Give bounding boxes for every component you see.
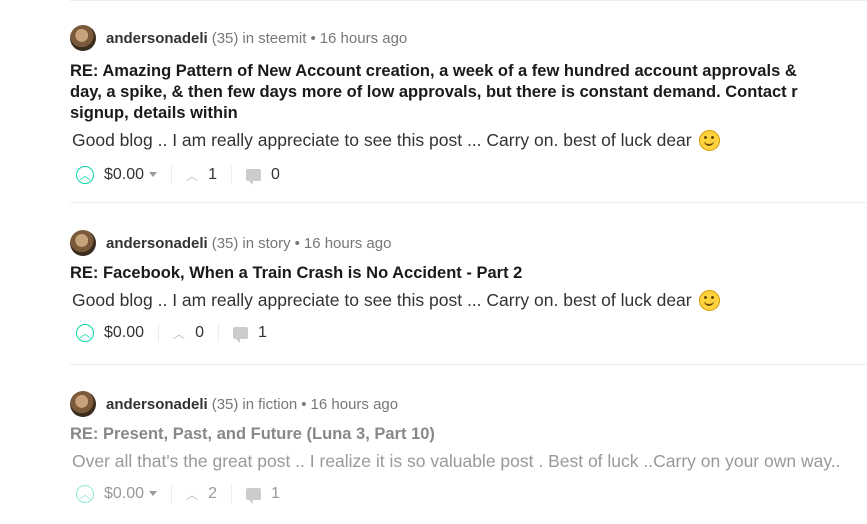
comment-body-text: Good blog .. I am really appreciate to s… — [72, 130, 692, 150]
vote-count-icon: ︿ — [186, 487, 199, 502]
comment-body[interactable]: Over all that's the great post .. I real… — [72, 451, 867, 472]
comment-actions: ︿ $0.00 ︿ 0 1 — [70, 321, 867, 345]
category-link[interactable]: story — [258, 235, 291, 252]
payout-value: $0.00 — [104, 166, 145, 183]
top-divider — [70, 0, 867, 1]
author-link[interactable]: andersonadeli — [106, 396, 208, 413]
vote-count[interactable]: 0 — [195, 324, 204, 342]
in-label: in — [242, 395, 255, 413]
upvote-button[interactable]: ︿ — [76, 166, 94, 184]
reputation-score: (35) — [211, 29, 239, 47]
comment-count[interactable]: 1 — [258, 324, 267, 342]
author-link[interactable]: andersonadeli — [106, 30, 208, 47]
title-line: RE: Amazing Pattern of New Account creat… — [70, 62, 797, 80]
comment-item: andersonadeli (35) in fiction • 16 hours… — [70, 390, 867, 506]
user-avatar[interactable] — [70, 25, 96, 51]
upvote-button[interactable]: ︿ — [76, 485, 94, 503]
user-avatar[interactable] — [70, 391, 96, 417]
payout-dropdown[interactable]: $0.00 — [104, 166, 158, 184]
action-divider — [230, 485, 232, 503]
comment-header: andersonadeli (35) in story • 16 hours a… — [70, 229, 867, 257]
comment-actions: ︿ $0.00 ︿ 1 0 — [70, 163, 867, 187]
title-line: day, a spike, & then few days more of lo… — [70, 83, 798, 101]
timestamp[interactable]: 16 hours ago — [311, 396, 399, 413]
comment-count[interactable]: 0 — [271, 166, 280, 184]
payout-value: $0.00 — [104, 485, 145, 502]
action-divider — [171, 485, 173, 503]
comment-title[interactable]: RE: Amazing Pattern of New Account creat… — [70, 61, 867, 124]
item-divider — [70, 364, 867, 365]
payout-dropdown[interactable]: $0.00 — [104, 485, 158, 503]
meta-separator: • — [310, 29, 316, 47]
in-label: in — [242, 234, 255, 252]
smiling-face-icon — [698, 290, 720, 311]
comment-body-text: Good blog .. I am really appreciate to s… — [72, 290, 692, 310]
comment-icon[interactable] — [245, 169, 261, 185]
vote-count[interactable]: 2 — [208, 485, 217, 503]
smiling-face-icon — [698, 130, 720, 151]
author-link[interactable]: andersonadeli — [106, 235, 208, 252]
reputation-score: (35) — [211, 395, 239, 413]
vote-count[interactable]: 1 — [208, 166, 217, 184]
vote-count-icon: ︿ — [173, 326, 186, 341]
payout-value[interactable]: $0.00 — [104, 324, 144, 342]
caret-down-icon — [149, 491, 158, 497]
comment-icon[interactable] — [232, 327, 248, 343]
category-link[interactable]: steemit — [258, 30, 306, 47]
comment-icon[interactable] — [245, 488, 261, 504]
comment-header: andersonadeli (35) in fiction • 16 hours… — [70, 390, 867, 418]
caret-down-icon — [149, 172, 158, 178]
comment-title[interactable]: RE: Facebook, When a Train Crash is No A… — [70, 263, 867, 284]
comment-count[interactable]: 1 — [271, 485, 280, 503]
timestamp[interactable]: 16 hours ago — [320, 30, 408, 47]
meta-separator: • — [301, 395, 307, 413]
in-label: in — [242, 29, 255, 47]
item-divider — [70, 202, 867, 203]
comment-body[interactable]: Good blog .. I am really appreciate to s… — [72, 130, 867, 151]
title-line: signup, details within — [70, 104, 238, 122]
comment-header: andersonadeli (35) in steemit • 16 hours… — [70, 24, 867, 52]
reputation-score: (35) — [211, 234, 239, 252]
upvote-button[interactable]: ︿ — [76, 324, 94, 342]
action-divider — [230, 166, 232, 184]
comment-item: andersonadeli (35) in story • 16 hours a… — [70, 229, 867, 345]
timestamp[interactable]: 16 hours ago — [304, 235, 392, 252]
comment-title[interactable]: RE: Present, Past, and Future (Luna 3, P… — [70, 424, 867, 445]
action-divider — [217, 324, 219, 342]
comment-body[interactable]: Good blog .. I am really appreciate to s… — [72, 290, 867, 311]
meta-separator: • — [294, 234, 300, 252]
user-avatar[interactable] — [70, 230, 96, 256]
comment-item: andersonadeli (35) in steemit • 16 hours… — [70, 24, 867, 187]
action-divider — [158, 324, 160, 342]
comment-body-text: Over all that's the great post .. I real… — [72, 451, 841, 471]
comment-actions: ︿ $0.00 ︿ 2 1 — [70, 482, 867, 506]
action-divider — [171, 166, 173, 184]
vote-count-icon: ︿ — [186, 168, 199, 183]
category-link[interactable]: fiction — [258, 396, 297, 413]
